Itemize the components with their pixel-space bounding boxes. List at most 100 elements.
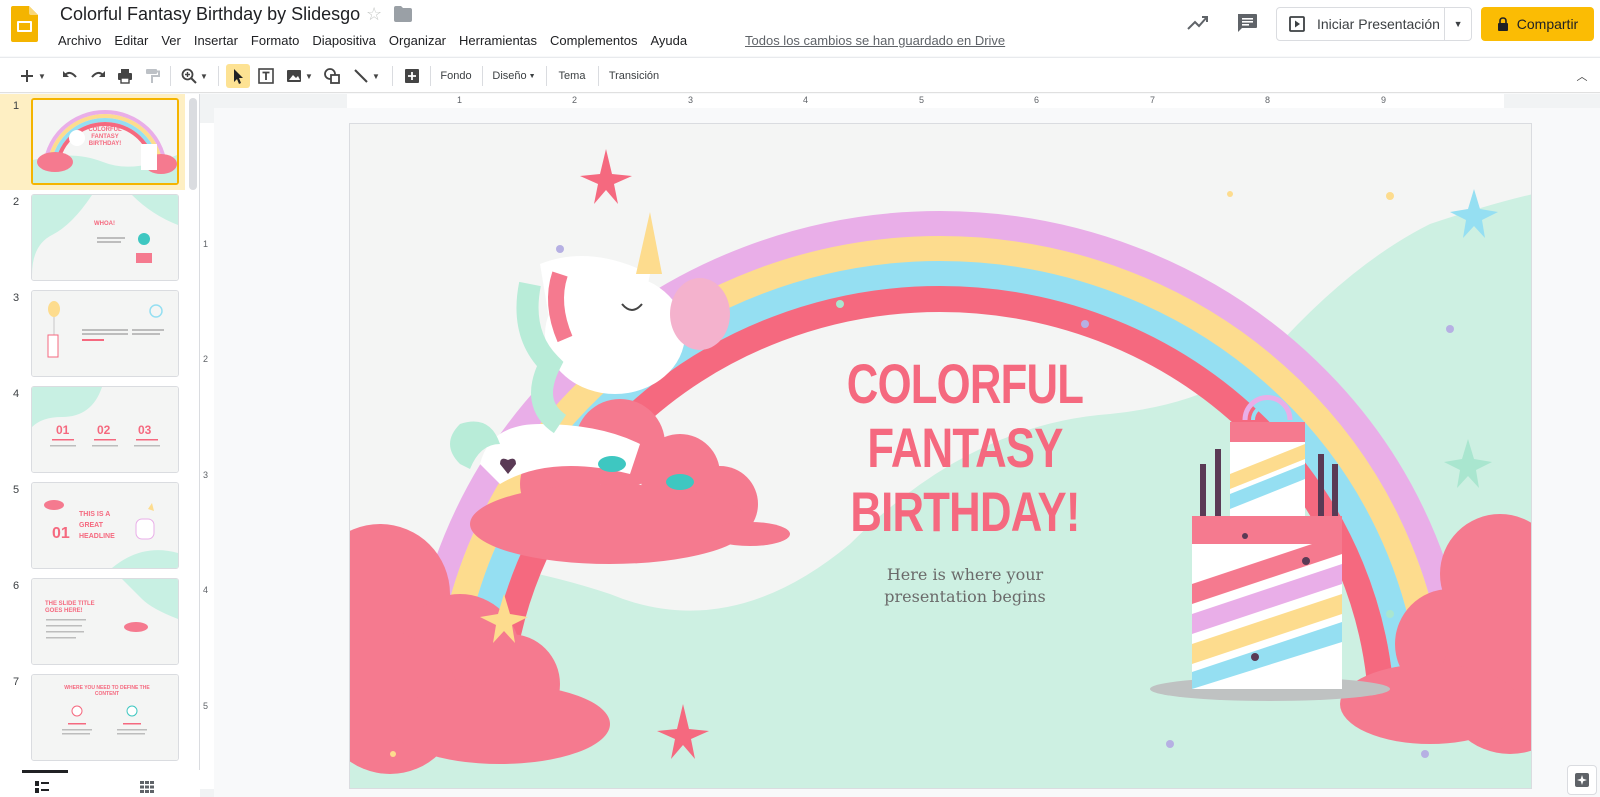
slide-thumbnail-4[interactable]: 4 01 02 03 [0,382,185,478]
ruler-label: 5 [919,95,925,105]
current-slide[interactable]: COLORFUL FANTASY BIRTHDAY! Here is where… [349,123,1532,789]
line-icon [354,69,368,83]
filmstrip-list-view-icon[interactable] [35,781,49,793]
menu-archivo[interactable]: Archivo [58,32,108,50]
line-tool-button[interactable]: ▼ [348,64,384,88]
menu-complementos[interactable]: Complementos [550,32,644,50]
slide-number: 3 [13,292,20,304]
menu-ayuda[interactable]: Ayuda [650,32,694,50]
slides-app: Colorful Fantasy Birthday by Slidesgo ☆ … [0,0,1600,797]
chevron-up-icon: ︿ [1576,71,1588,83]
shape-tool-button[interactable] [320,64,344,88]
present-button-group: Iniciar Presentación ▼ [1276,7,1472,41]
comment-icon[interactable] [1236,13,1258,33]
paint-format-icon [146,69,160,83]
filmstrip-scrollbar[interactable] [189,98,197,190]
grid-view-icon[interactable] [140,781,154,793]
ruler-label: 1 [203,239,209,249]
menu-formato[interactable]: Formato [251,32,306,50]
star-icon[interactable]: ☆ [366,4,382,25]
ruler-label: 3 [688,95,694,105]
play-icon [1289,16,1305,32]
toolbar-divider [546,66,547,86]
thumbnail-number: 02 [97,423,111,437]
share-button[interactable]: Compartir [1481,7,1594,41]
slide-filmstrip: 1 COLORFUL FANTASY BIRTHDAY! 2 WHOA! 3 4… [0,94,200,797]
slide-thumbnail-1[interactable]: 1 COLORFUL FANTASY BIRTHDAY! [0,94,185,190]
zoom-button[interactable]: ▼ [176,64,212,88]
share-label: Compartir [1516,16,1579,32]
thumbnail-preview: 01 02 03 [31,386,179,473]
thumbnail-number: 01 [56,423,70,437]
textbox-tool-button[interactable] [254,64,278,88]
folder-icon[interactable] [394,6,412,22]
filmstrip-view-tabs [0,770,200,797]
insert-comment-button[interactable] [400,64,424,88]
redo-button[interactable] [86,64,110,88]
chevron-down-icon: ▼ [305,71,313,81]
toolbar-divider [430,66,431,86]
layout-button[interactable]: Diseño ▼ [488,64,540,88]
image-tool-button[interactable]: ▼ [282,64,316,88]
menu-diapositiva[interactable]: Diapositiva [312,32,383,50]
slide-subtitle[interactable]: Here is where your presentation begins [790,564,1140,608]
zoom-icon [181,68,197,84]
toolbar-divider [170,66,171,86]
slide-canvas[interactable]: COLORFUL FANTASY BIRTHDAY! Here is where… [214,108,1600,797]
new-slide-button[interactable]: ▼ [14,64,50,88]
save-status-link[interactable]: Todos los cambios se han guardado en Dri… [745,32,1005,50]
theme-button[interactable]: Tema [552,64,592,88]
slide-number: 2 [13,196,20,208]
ruler-label: 1 [457,95,463,105]
chevron-down-icon: ▼ [38,71,46,81]
menu-insertar[interactable]: Insertar [194,32,245,50]
header-bar: Colorful Fantasy Birthday by Slidesgo ☆ … [0,0,1600,56]
slides-logo-icon[interactable] [11,6,38,42]
thumbnail-title: COLORFUL FANTASY BIRTHDAY! [88,127,122,147]
undo-button[interactable] [58,64,82,88]
slide-thumbnail-2[interactable]: 2 WHOA! [0,190,185,286]
paint-format-button[interactable] [140,64,164,88]
menu-editar[interactable]: Editar [114,32,155,50]
explore-button[interactable] [1567,765,1597,795]
collapse-toolbar-button[interactable]: ︿ [1572,64,1592,88]
present-dropdown-arrow-icon[interactable]: ▼ [1445,8,1471,40]
print-button[interactable] [113,64,137,88]
thumbnail-number: 03 [138,423,152,437]
print-icon [118,69,132,84]
select-tool-button[interactable] [226,64,250,88]
slide-number: 4 [13,388,20,400]
ruler-slide-region [347,94,1504,108]
shape-icon [324,68,340,84]
ruler-slide-region [200,123,214,789]
background-button[interactable]: Fondo [436,64,476,88]
activity-dashboard-icon[interactable] [1187,14,1209,32]
vertical-ruler[interactable]: 1 2 3 4 5 [200,108,214,797]
slide-thumbnail-6[interactable]: 6 THE SLIDE TITLE GOES HERE! [0,574,185,670]
chevron-down-icon: ▼ [200,71,208,81]
redo-icon [91,71,105,78]
slide-number: 6 [13,580,20,592]
slide-number: 7 [13,676,20,688]
slide-thumbnail-3[interactable]: 3 [0,286,185,382]
ruler-label: 2 [203,354,209,364]
menu-bar: Archivo Editar Ver Insertar Formato Diap… [58,32,700,50]
explore-sparkle-icon [1575,773,1589,787]
ruler-label: 4 [803,95,809,105]
slide-thumbnail-5[interactable]: 5 01 THIS IS A GREAT HEADLINE [0,478,185,574]
layout-label: Diseño [492,70,527,82]
slide-thumbnail-7[interactable]: 7 WHERE YOU NEED TO DEFINE THE CONTENT [0,670,185,766]
menu-herramientas[interactable]: Herramientas [459,32,544,50]
transition-button[interactable]: Transición [604,64,664,88]
thumbnail-preview: COLORFUL FANTASY BIRTHDAY! [31,98,179,185]
menu-organizar[interactable]: Organizar [389,32,453,50]
menu-ver[interactable]: Ver [161,32,188,50]
thumbnail-art [32,195,178,280]
horizontal-ruler[interactable]: 1 2 3 4 5 6 7 8 9 [200,94,1600,108]
present-button[interactable]: Iniciar Presentación [1277,8,1446,40]
add-comment-icon [405,69,419,83]
slide-title[interactable]: COLORFUL FANTASY BIRTHDAY! [809,352,1121,544]
textbox-icon [258,68,274,84]
document-title[interactable]: Colorful Fantasy Birthday by Slidesgo [60,4,360,25]
chevron-down-icon: ▼ [372,71,380,81]
